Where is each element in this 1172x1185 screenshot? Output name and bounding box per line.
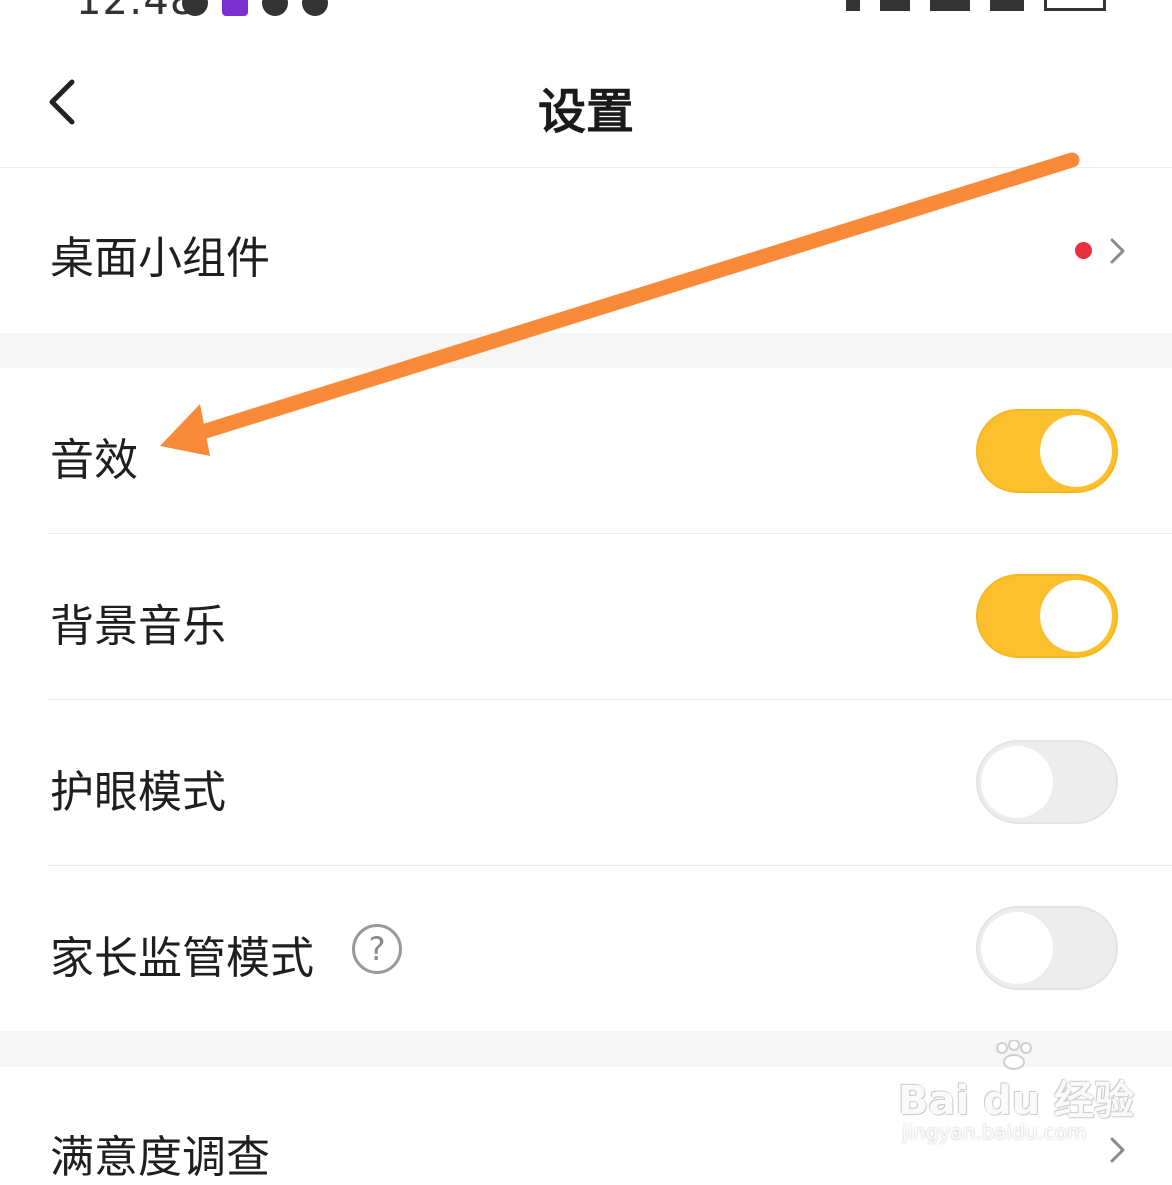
app-notification-icon — [222, 0, 248, 16]
notification-icon — [262, 0, 288, 16]
status-time: 12:48 — [76, 0, 196, 22]
toggle-knob — [981, 746, 1053, 818]
wifi-icon — [880, 0, 910, 11]
system-icons — [846, 0, 1106, 11]
signal-icon — [990, 0, 1024, 11]
watermark-url: jingyan.baidu.com — [902, 1120, 1087, 1144]
chevron-right-icon — [1110, 238, 1125, 264]
settings-row-background-music: 背景音乐 — [0, 534, 1172, 699]
toggle-knob — [981, 912, 1053, 984]
row-label: 满意度调查 — [50, 1132, 270, 1183]
notification-icon — [182, 0, 208, 16]
row-label: 护眼模式 — [50, 767, 226, 818]
row-label: 家长监管模式 — [50, 933, 314, 984]
sound-effects-toggle[interactable] — [976, 409, 1118, 493]
toggle-knob — [1040, 415, 1112, 487]
toggle-knob — [1040, 580, 1112, 652]
settings-row-parental-control: 家长监管模式 ? — [0, 866, 1172, 1031]
parental-control-toggle[interactable] — [976, 906, 1118, 990]
battery-icon — [1044, 0, 1106, 11]
page-title: 设置 — [537, 84, 634, 140]
nav-bar: 设置 — [0, 22, 1172, 168]
status-bar: 12:48 — [0, 0, 1172, 22]
row-label: 音效 — [50, 435, 138, 486]
baidu-watermark: Bai du 经验 jingyan.baidu.com — [898, 1040, 1134, 1150]
red-dot-badge — [1075, 242, 1092, 259]
section-divider — [0, 333, 1172, 368]
notification-icons — [182, 0, 328, 16]
watermark-brand: Bai du 经验 — [898, 1078, 1135, 1124]
bluetooth-icon — [846, 0, 860, 11]
settings-row-sound-effects: 音效 — [0, 368, 1172, 533]
settings-row-eye-protection: 护眼模式 — [0, 700, 1172, 865]
eye-protection-toggle[interactable] — [976, 740, 1118, 824]
row-label: 背景音乐 — [50, 601, 226, 652]
settings-row-widget[interactable]: 桌面小组件 — [0, 168, 1172, 333]
signal-icon — [930, 0, 970, 11]
nfc-icon — [302, 0, 328, 16]
background-music-toggle[interactable] — [976, 574, 1118, 658]
question-circle-icon[interactable]: ? — [352, 924, 402, 974]
paw-icon — [996, 1040, 1032, 1070]
row-label: 桌面小组件 — [50, 233, 270, 284]
